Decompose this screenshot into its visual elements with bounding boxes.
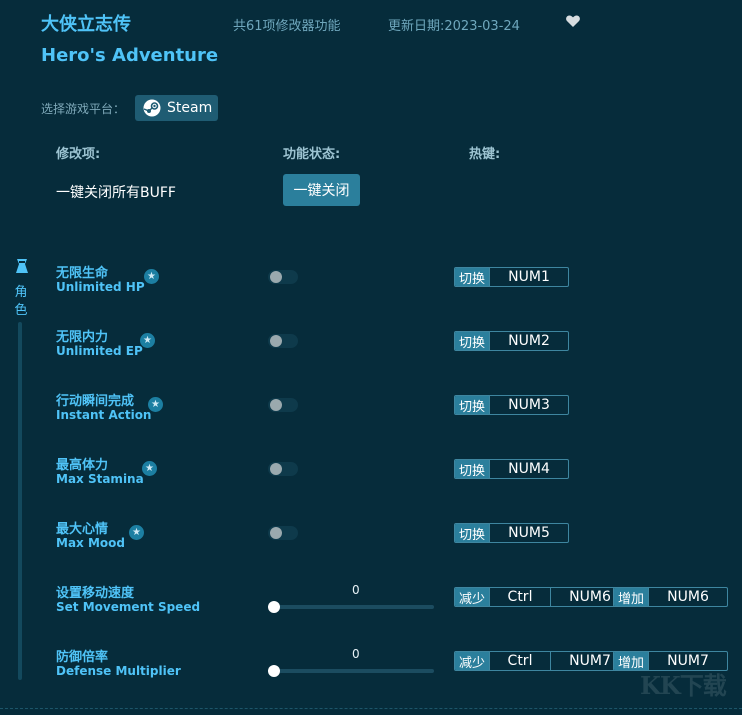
hotkey-box[interactable]: 切换 NUM2	[454, 331, 570, 351]
cheat-toggle[interactable]	[268, 462, 298, 476]
slider-handle[interactable]	[268, 665, 280, 677]
slider-value: 0	[352, 583, 360, 597]
star-icon[interactable]: ★	[129, 525, 144, 540]
star-icon[interactable]: ★	[142, 461, 157, 476]
watermark-logo: KK下载	[640, 671, 727, 700]
cheat-toggle[interactable]	[268, 526, 298, 540]
toggle-knob	[270, 399, 282, 411]
hotkey-key: NUM1	[489, 268, 568, 286]
cheat-toggle[interactable]	[268, 398, 298, 412]
column-header-item: 修改项:	[56, 147, 101, 162]
game-title-cn: 大侠立志传	[41, 14, 131, 35]
hotkey-key: NUM3	[489, 396, 568, 414]
update-date: 更新日期:2023-03-24	[388, 19, 520, 34]
slider-track[interactable]	[272, 669, 434, 673]
hotkey-key: NUM4	[489, 460, 568, 478]
character-icon	[16, 259, 28, 273]
column-header-hotkey: 热键:	[469, 147, 501, 162]
platform-label: 选择游戏平台：	[41, 102, 126, 116]
star-icon[interactable]: ★	[140, 333, 155, 348]
cheat-name-en: Unlimited HP	[56, 280, 145, 294]
cheat-name-cn: 防御倍率	[56, 650, 109, 665]
cheat-name-en: Defense Multiplier	[56, 664, 181, 678]
cheat-toggle[interactable]	[268, 270, 298, 284]
close-all-button[interactable]: 一键关闭	[283, 174, 360, 206]
steam-button-label: Steam	[167, 100, 213, 116]
steam-icon	[143, 99, 161, 117]
modifier-key: Ctrl	[489, 588, 550, 606]
hotkey-box[interactable]: 切换 NUM4	[454, 459, 570, 479]
star-icon[interactable]: ★	[148, 397, 163, 412]
increase-hotkey-box[interactable]: 增加 NUM6	[613, 587, 729, 607]
cheat-name-en: Max Mood	[56, 536, 125, 550]
decrease-tag: 减少	[455, 588, 490, 606]
cheat-name-cn: 无限内力	[56, 330, 109, 345]
close-all-buff-label: 一键关闭所有BUFF	[56, 185, 176, 201]
hotkey-box[interactable]: 切换 NUM5	[454, 523, 570, 543]
feature-count: 共61项修改器功能	[233, 19, 341, 34]
cheat-name-en: Set Movement Speed	[56, 600, 201, 614]
cheat-name-en: Max Stamina	[56, 472, 144, 486]
game-title-en: Hero's Adventure	[41, 45, 219, 66]
star-icon[interactable]: ★	[144, 269, 159, 284]
cheat-name-en: Instant Action	[56, 408, 152, 422]
steam-platform-button[interactable]: Steam	[135, 95, 218, 121]
toggle-knob	[270, 271, 282, 283]
cheat-name-cn: 设置移动速度	[56, 586, 135, 601]
category-tab-character[interactable]: 角色	[14, 284, 28, 320]
hotkey-box[interactable]: 切换 NUM1	[454, 267, 570, 287]
cheat-name-cn: 行动瞬间完成	[56, 394, 135, 409]
decrease-hotkey-box[interactable]: 减少 Ctrl NUM6	[454, 587, 631, 607]
hotkey-key: NUM2	[489, 332, 568, 350]
toggle-knob	[270, 463, 282, 475]
increase-key: NUM6	[648, 588, 727, 606]
hotkey-tag: 切换	[455, 268, 490, 286]
decrease-hotkey-box[interactable]: 减少 Ctrl NUM7	[454, 651, 631, 671]
hotkey-tag: 切换	[455, 332, 490, 350]
hotkey-tag: 切换	[455, 460, 490, 478]
heart-icon[interactable]	[565, 13, 581, 29]
cheat-name-cn: 最高体力	[56, 458, 109, 473]
hotkey-box[interactable]: 切换 NUM3	[454, 395, 570, 415]
cheat-name-en: Unlimited EP	[56, 344, 143, 358]
cheat-name-cn: 无限生命	[56, 266, 109, 281]
decrease-tag: 减少	[455, 652, 490, 670]
column-header-status: 功能状态:	[283, 147, 341, 162]
hotkey-key: NUM5	[489, 524, 568, 542]
slider-track[interactable]	[272, 605, 434, 609]
slider-handle[interactable]	[268, 601, 280, 613]
cheat-toggle[interactable]	[268, 334, 298, 348]
toggle-knob	[270, 527, 282, 539]
cheat-name-cn: 最大心情	[56, 522, 109, 537]
category-scrollbar[interactable]	[18, 322, 22, 680]
slider-value: 0	[352, 647, 360, 661]
bottom-divider	[0, 708, 742, 709]
hotkey-tag: 切换	[455, 396, 490, 414]
increase-tag: 增加	[614, 588, 649, 606]
modifier-key: Ctrl	[489, 652, 550, 670]
toggle-knob	[270, 335, 282, 347]
hotkey-tag: 切换	[455, 524, 490, 542]
